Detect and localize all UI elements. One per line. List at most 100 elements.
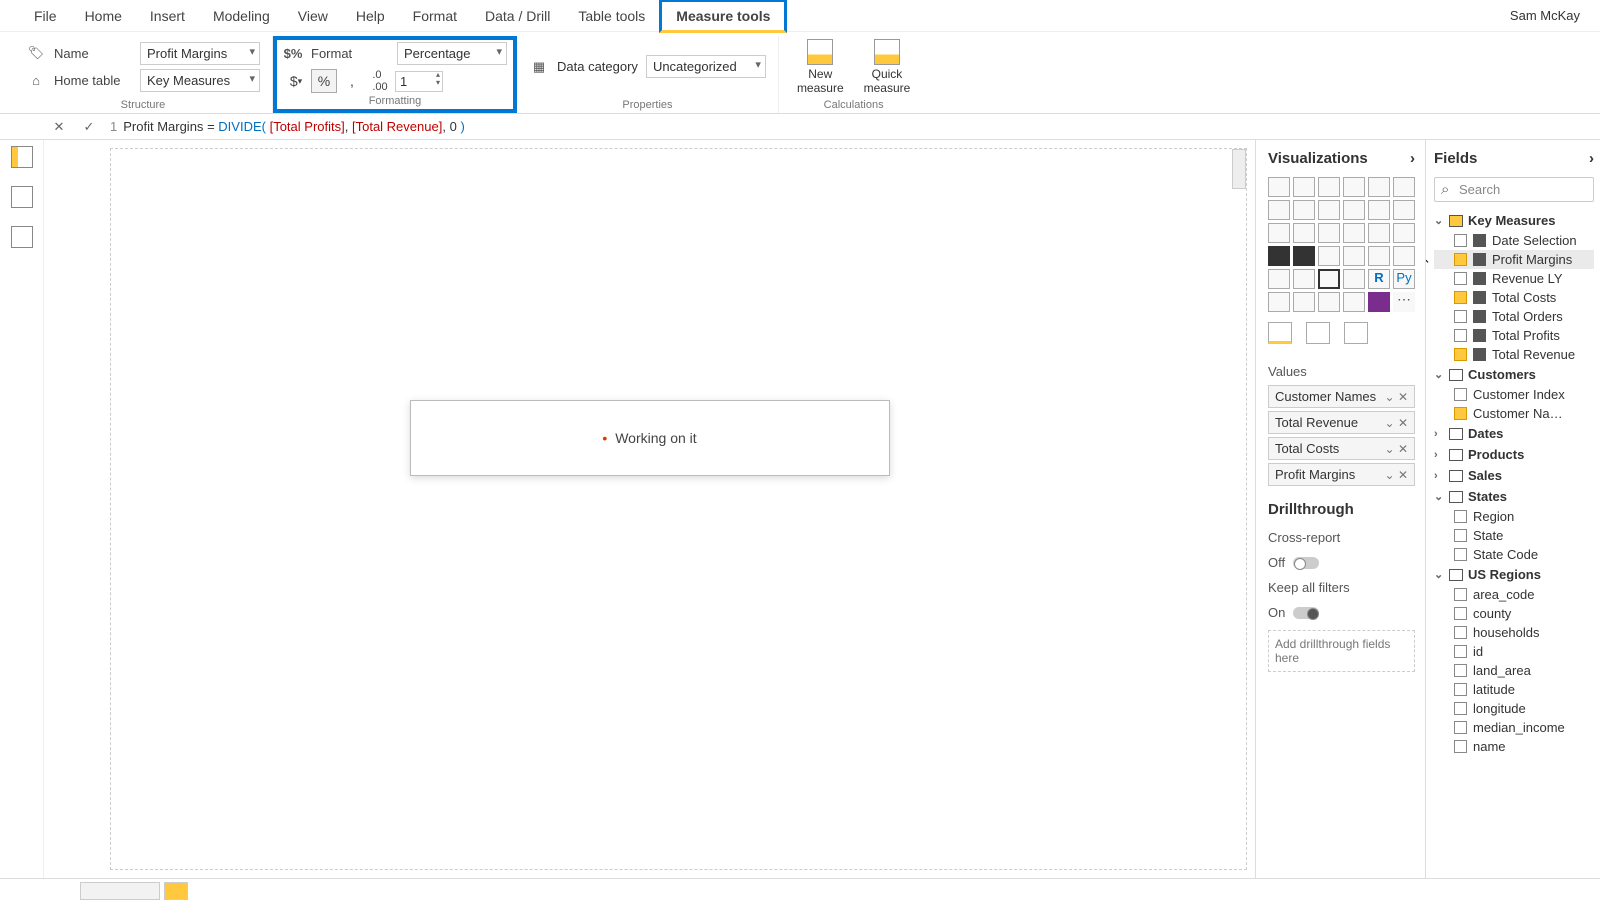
menu-modeling[interactable]: Modeling [199,2,284,30]
viz-stacked-bar-icon[interactable] [1268,177,1290,197]
table-customers[interactable]: ⌄Customers [1434,364,1594,385]
model-view-icon[interactable] [11,226,33,248]
viz-key-influencers-icon[interactable] [1268,292,1290,312]
viz-more-icon[interactable]: ⋯ [1393,292,1415,312]
menu-help[interactable]: Help [342,2,399,30]
field-total-revenue[interactable]: Total Revenue [1434,345,1594,364]
chevron-down-icon[interactable]: ⌄ [1385,416,1395,430]
format-tab-icon[interactable] [1306,322,1330,344]
viz-multi-card-icon[interactable] [1393,246,1415,266]
viz-stacked-column-icon[interactable] [1293,177,1315,197]
report-view-icon[interactable] [11,146,33,168]
filters-collapse-handle[interactable] [1232,149,1246,189]
field-checkbox[interactable] [1454,329,1467,342]
field-checkbox[interactable] [1454,529,1467,542]
field-area-code[interactable]: area_code [1434,585,1594,604]
field-checkbox[interactable] [1454,291,1467,304]
keep-filters-toggle[interactable] [1293,607,1319,619]
field-revenue-ly[interactable]: Revenue LY [1434,269,1594,288]
viz-clustered-column-icon[interactable] [1343,177,1365,197]
field-households[interactable]: households [1434,623,1594,642]
table-sales[interactable]: ›Sales [1434,465,1594,486]
analytics-tab-icon[interactable] [1344,322,1368,344]
field-checkbox[interactable] [1454,683,1467,696]
field-checkbox[interactable] [1454,626,1467,639]
pane-collapse-icon[interactable]: › [1589,150,1594,167]
chevron-down-icon[interactable]: ⌄ [1385,468,1395,482]
new-page-button[interactable] [164,882,188,900]
field-median-income[interactable]: median_income [1434,718,1594,737]
field-state[interactable]: State [1434,526,1594,545]
table-states[interactable]: ⌄States [1434,486,1594,507]
field-id[interactable]: id [1434,642,1594,661]
viz-stacked-area-icon[interactable] [1318,200,1340,220]
field-county[interactable]: county [1434,604,1594,623]
viz-funnel-icon[interactable] [1318,246,1340,266]
field-checkbox[interactable] [1454,510,1467,523]
viz-scatter-icon[interactable] [1293,223,1315,243]
viz-python-icon[interactable]: Py [1393,269,1415,289]
menu-data-drill[interactable]: Data / Drill [471,2,564,30]
new-measure-button[interactable]: New measure [791,39,850,95]
viz-map-icon[interactable] [1393,223,1415,243]
page-tab-1[interactable] [80,882,160,900]
menu-measure-tools[interactable]: Measure tools [659,0,787,33]
viz-line-clustered-icon[interactable] [1368,200,1390,220]
viz-shape-map-icon[interactable] [1293,246,1315,266]
field-profit-margins[interactable]: ↖Profit Margins [1434,250,1594,269]
measure-name-input[interactable]: Profit Margins [140,42,260,65]
currency-button[interactable]: $▾ [283,69,309,93]
formula-text[interactable]: Profit Margins = DIVIDE( [Total Profits]… [123,119,465,134]
cross-report-toggle[interactable] [1293,557,1319,569]
menu-home[interactable]: Home [71,2,136,30]
field-region[interactable]: Region [1434,507,1594,526]
field-checkbox[interactable] [1454,740,1467,753]
viz-ribbon-icon[interactable] [1393,200,1415,220]
chevron-down-icon[interactable]: ⌄ [1385,442,1395,456]
field-checkbox[interactable] [1454,702,1467,715]
field-state-code[interactable]: State Code [1434,545,1594,564]
viz-waterfall-icon[interactable] [1268,223,1290,243]
field-checkbox[interactable] [1454,272,1467,285]
remove-icon[interactable]: ✕ [1398,442,1408,456]
value-well-total-costs[interactable]: Total Costs⌄ ✕ [1268,437,1415,460]
field-checkbox[interactable] [1454,607,1467,620]
formula-cancel-button[interactable]: ✕ [44,119,74,135]
data-category-dropdown[interactable]: Uncategorized [646,55,766,78]
field-total-orders[interactable]: Total Orders [1434,307,1594,326]
field-checkbox[interactable] [1454,253,1467,266]
menu-file[interactable]: File [20,2,71,30]
viz-line-icon[interactable] [1268,200,1290,220]
field-checkbox[interactable] [1454,548,1467,561]
field-checkbox[interactable] [1454,664,1467,677]
menu-format[interactable]: Format [399,2,471,30]
drillthrough-drop-area[interactable]: Add drillthrough fields here [1268,630,1415,672]
field-checkbox[interactable] [1454,721,1467,734]
viz-arcglobe-icon[interactable] [1343,292,1365,312]
thousands-button[interactable]: , [339,69,365,93]
percent-button[interactable]: % [311,69,337,93]
field-customer-na-[interactable]: Customer Na… [1434,404,1594,423]
viz-table-icon[interactable] [1318,269,1340,289]
viz-slicer-icon[interactable] [1293,269,1315,289]
table-products[interactable]: ›Products [1434,444,1594,465]
remove-icon[interactable]: ✕ [1398,468,1408,482]
quick-measure-button[interactable]: Quick measure [858,39,917,95]
canvas-page[interactable] [110,148,1247,870]
viz-card-icon[interactable] [1368,246,1390,266]
format-dropdown[interactable]: Percentage [397,42,507,65]
pane-collapse-icon[interactable]: › [1410,150,1415,167]
viz-kpi-icon[interactable] [1268,269,1290,289]
viz-powerapps-icon[interactable] [1368,292,1390,312]
fields-tab-icon[interactable] [1268,322,1292,344]
viz-area-icon[interactable] [1293,200,1315,220]
remove-icon[interactable]: ✕ [1398,416,1408,430]
fields-search-input[interactable]: Search [1434,177,1594,202]
formula-bar[interactable]: ✕ ✓ 1 Profit Margins = DIVIDE( [Total Pr… [0,114,1600,140]
viz-100-bar-icon[interactable] [1368,177,1390,197]
report-canvas[interactable]: • Working on it [44,140,1255,878]
field-checkbox[interactable] [1454,234,1467,247]
viz-donut-icon[interactable] [1343,223,1365,243]
viz-line-column-icon[interactable] [1343,200,1365,220]
menu-view[interactable]: View [284,2,342,30]
